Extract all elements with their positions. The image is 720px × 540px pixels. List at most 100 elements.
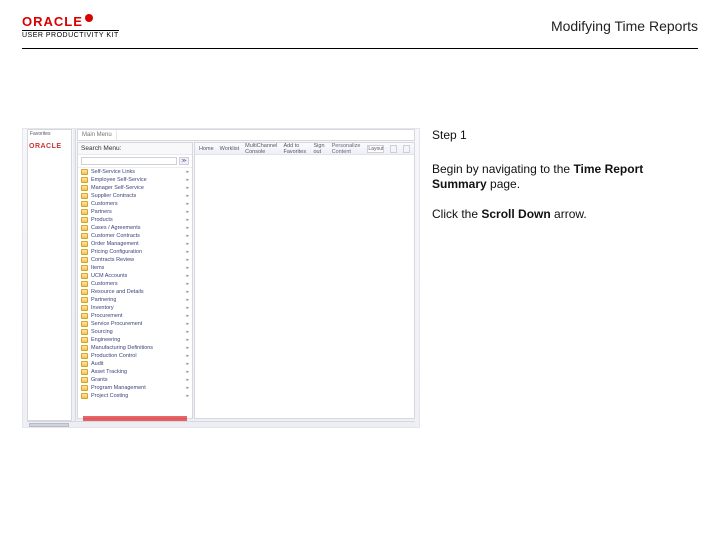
- logo-dot-icon: [85, 14, 93, 22]
- toolbar-worklist[interactable]: Worklist: [220, 146, 239, 152]
- folder-icon: [81, 257, 88, 263]
- folder-icon: [81, 353, 88, 359]
- folder-icon: [81, 241, 88, 247]
- instruction-panel: Step 1 Begin by navigating to the Time R…: [432, 128, 698, 236]
- folder-icon: [81, 393, 88, 399]
- favorites-pane: Favorites: [27, 129, 72, 421]
- folder-label: Production Control: [91, 353, 137, 359]
- folder-label: Program Management: [91, 385, 146, 391]
- folder-label: Order Management: [91, 241, 139, 247]
- folder-row[interactable]: Customers ▸: [78, 280, 192, 288]
- folder-row[interactable]: Production Control ▸: [78, 352, 192, 360]
- scrollbar-thumb[interactable]: [29, 423, 69, 427]
- menu-search-input[interactable]: [81, 157, 177, 165]
- toolbar-config-icon[interactable]: [390, 145, 397, 153]
- folder-row[interactable]: Inventory▸: [78, 304, 192, 312]
- folder-icon: [81, 345, 88, 351]
- toolbar-home[interactable]: Home: [199, 146, 214, 152]
- folder-row[interactable]: Products▸: [78, 216, 192, 224]
- chevron-right-icon: ▸: [186, 353, 189, 359]
- folder-row[interactable]: Sourcing▸: [78, 328, 192, 336]
- folder-row[interactable]: Supplier Contracts▸: [78, 192, 192, 200]
- folder-row[interactable]: UCM Accounts▸: [78, 272, 192, 280]
- toolbar-mcf[interactable]: MultiChannel Console: [245, 143, 277, 155]
- folder-label: Project Costing: [91, 393, 128, 399]
- folder-icon: [81, 193, 88, 199]
- search-menu-label: Search Menu:: [78, 143, 192, 155]
- folder-label: Cases / Agreements: [91, 225, 141, 231]
- folder-row[interactable]: Cases / Agreements ▸: [78, 224, 192, 232]
- toolbar-add-favorites[interactable]: Add to Favorites: [283, 143, 307, 155]
- menu-panel: Search Menu: ≫ Self-Service Links▸Employ…: [77, 142, 193, 419]
- folder-row[interactable]: Resource and Details▸: [78, 288, 192, 296]
- folder-label: Inventory: [91, 305, 114, 311]
- folder-row[interactable]: Self-Service Links▸: [78, 168, 192, 176]
- pane-splitter[interactable]: [73, 129, 76, 421]
- folder-label: Asset Tracking: [91, 369, 127, 375]
- folder-icon: [81, 177, 88, 183]
- toolbar-layout[interactable]: Layout: [367, 145, 384, 153]
- folder-icon: [81, 297, 88, 303]
- folder-row[interactable]: Service Procurement▸: [78, 320, 192, 328]
- folder-icon: [81, 385, 88, 391]
- chevron-right-icon: ▸: [186, 225, 189, 231]
- folder-row[interactable]: Partnering▸: [78, 296, 192, 304]
- toolbar-personalize[interactable]: Personalize Content: [332, 143, 362, 155]
- chevron-right-icon: ▸: [186, 169, 189, 175]
- folder-icon: [81, 329, 88, 335]
- top-tabs: Main Menu: [77, 129, 415, 141]
- chevron-right-icon: ▸: [186, 393, 189, 399]
- folder-label: Customers: [91, 281, 118, 287]
- folder-row[interactable]: Partners▸: [78, 208, 192, 216]
- folder-icon: [81, 265, 88, 271]
- folder-row[interactable]: Pricing Configuration▸: [78, 248, 192, 256]
- header-divider: [22, 48, 698, 49]
- folder-row[interactable]: Manufacturing Definitions▸: [78, 344, 192, 352]
- chevron-right-icon: ▸: [186, 185, 189, 191]
- toolbar-signout[interactable]: Sign out: [314, 143, 326, 155]
- search-go-button[interactable]: ≫: [179, 157, 189, 165]
- step-label: Step 1: [432, 128, 698, 144]
- chevron-right-icon: ▸: [186, 369, 189, 375]
- folder-icon: [81, 225, 88, 231]
- chevron-right-icon: ▸: [186, 209, 189, 215]
- favorites-tab-label[interactable]: Favorites: [28, 130, 71, 138]
- main-menu-tab[interactable]: Main Menu: [78, 130, 117, 140]
- instruction-line-1: Begin by navigating to the Time Report S…: [432, 162, 698, 193]
- folder-row[interactable]: Manager Self-Service ▸: [78, 184, 192, 192]
- folder-row[interactable]: Contracts Review▸: [78, 256, 192, 264]
- folder-row[interactable]: Customers▸: [78, 200, 192, 208]
- folder-label: Sourcing: [91, 329, 113, 335]
- folder-list: Self-Service Links▸Employee Self-Service…: [78, 168, 192, 400]
- folder-label: Customers: [91, 201, 118, 207]
- folder-row[interactable]: Customer Contracts▸: [78, 232, 192, 240]
- folder-label: Items: [91, 265, 104, 271]
- horizontal-scrollbar[interactable]: [27, 421, 415, 427]
- folder-icon: [81, 321, 88, 327]
- folder-icon: [81, 369, 88, 375]
- chevron-right-icon: ▸: [186, 265, 189, 271]
- chevron-right-icon: ▸: [186, 241, 189, 247]
- folder-label: Manager Self-Service: [91, 185, 144, 191]
- folder-label: Audit: [91, 361, 104, 367]
- folder-label: Engineering: [91, 337, 120, 343]
- folder-label: Resource and Details: [91, 289, 144, 295]
- toolbar-help-icon[interactable]: [403, 145, 410, 153]
- folder-row[interactable]: Employee Self-Service▸: [78, 176, 192, 184]
- folder-row[interactable]: Grants▸: [78, 376, 192, 384]
- folder-row[interactable]: Program Management▸: [78, 384, 192, 392]
- folder-row[interactable]: Order Management ▸: [78, 240, 192, 248]
- folder-row[interactable]: Engineering▸: [78, 336, 192, 344]
- chevron-right-icon: ▸: [186, 281, 189, 287]
- folder-row[interactable]: Procurement▸: [78, 312, 192, 320]
- folder-icon: [81, 249, 88, 255]
- folder-label: Contracts Review: [91, 257, 134, 263]
- folder-label: Pricing Configuration: [91, 249, 142, 255]
- chevron-right-icon: ▸: [186, 377, 189, 383]
- folder-row[interactable]: Asset Tracking ▸: [78, 368, 192, 376]
- logo-subtitle: USER PRODUCTIVITY KIT: [22, 30, 119, 39]
- folder-row[interactable]: Audit▸: [78, 360, 192, 368]
- folder-row[interactable]: Project Costing ▸: [78, 392, 192, 400]
- folder-row[interactable]: Items ▸: [78, 264, 192, 272]
- folder-icon: [81, 185, 88, 191]
